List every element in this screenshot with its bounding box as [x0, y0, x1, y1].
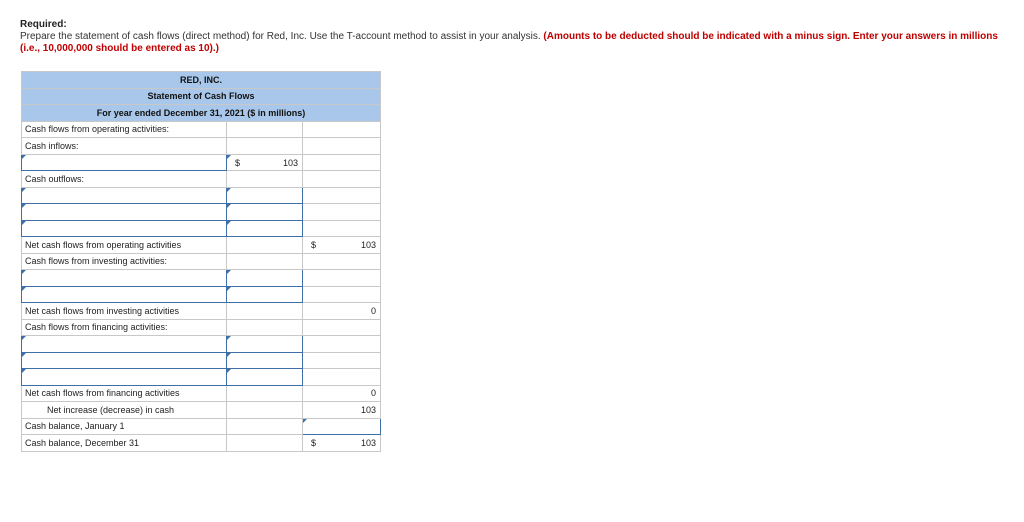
outflow-3-amount-input[interactable]	[226, 219, 303, 237]
investing-1-label-input[interactable]	[21, 269, 227, 287]
investing-2-amount-input[interactable]	[226, 285, 303, 303]
balance-december-value: 103	[361, 438, 377, 448]
net-operating-value: 103	[361, 240, 377, 250]
investing-2-label-input[interactable]	[21, 285, 227, 303]
dollar-sign: $	[235, 157, 241, 168]
financing-3-label-input[interactable]	[21, 368, 227, 386]
net-investing-label: Net cash flows from investing activities	[21, 302, 227, 320]
required-heading: Required:	[20, 19, 67, 30]
investing-1-amount-input[interactable]	[226, 269, 303, 287]
investing-header: Cash flows from investing activities:	[21, 252, 227, 270]
balance-december-amount: $ 103	[301, 434, 382, 452]
inflow-1-value: 103	[282, 157, 298, 168]
cash-flow-statement: RED, INC. Statement of Cash Flows For ye…	[20, 71, 382, 452]
financing-2-amount-input[interactable]	[226, 351, 303, 369]
balance-january-input[interactable]	[301, 417, 382, 435]
dollar-sign: $	[311, 240, 317, 250]
net-increase-value: 103	[301, 401, 382, 419]
outflow-3-label-input[interactable]	[21, 219, 227, 237]
cash-inflows-label: Cash inflows:	[21, 137, 227, 155]
financing-3-amount-input[interactable]	[226, 368, 303, 386]
net-increase-label: Net increase (decrease) in cash	[21, 401, 227, 419]
balance-january-label: Cash balance, January 1	[21, 417, 227, 435]
outflow-2-label-input[interactable]	[21, 203, 227, 221]
inflow-1-label-input[interactable]	[21, 153, 227, 171]
financing-header: Cash flows from financing activities:	[21, 318, 227, 336]
net-investing-value: 0	[301, 302, 382, 320]
operating-header: Cash flows from operating activities:	[21, 120, 227, 138]
dollar-sign: $	[311, 438, 317, 448]
inflow-1-amount[interactable]: $ 103	[226, 153, 303, 171]
cash-outflows-label: Cash outflows:	[21, 170, 227, 188]
instructions-text: Prepare the statement of cash flows (dir…	[20, 31, 541, 42]
company-name: RED, INC.	[20, 71, 382, 89]
instructions: Required: Prepare the statement of cash …	[20, 19, 1020, 55]
net-financing-value: 0	[301, 384, 382, 402]
net-operating-amount: $ 103	[301, 236, 382, 254]
balance-december-label: Cash balance, December 31	[21, 434, 227, 452]
statement-period: For year ended December 31, 2021 ($ in m…	[20, 104, 382, 122]
financing-1-amount-input[interactable]	[226, 335, 303, 353]
outflow-1-label-input[interactable]	[21, 186, 227, 204]
statement-title: Statement of Cash Flows	[20, 87, 382, 105]
outflow-2-amount-input[interactable]	[226, 203, 303, 221]
financing-2-label-input[interactable]	[21, 351, 227, 369]
net-financing-label: Net cash flows from financing activities	[21, 384, 227, 402]
outflow-1-amount-input[interactable]	[226, 186, 303, 204]
net-operating-label: Net cash flows from operating activities	[21, 236, 227, 254]
financing-1-label-input[interactable]	[21, 335, 227, 353]
